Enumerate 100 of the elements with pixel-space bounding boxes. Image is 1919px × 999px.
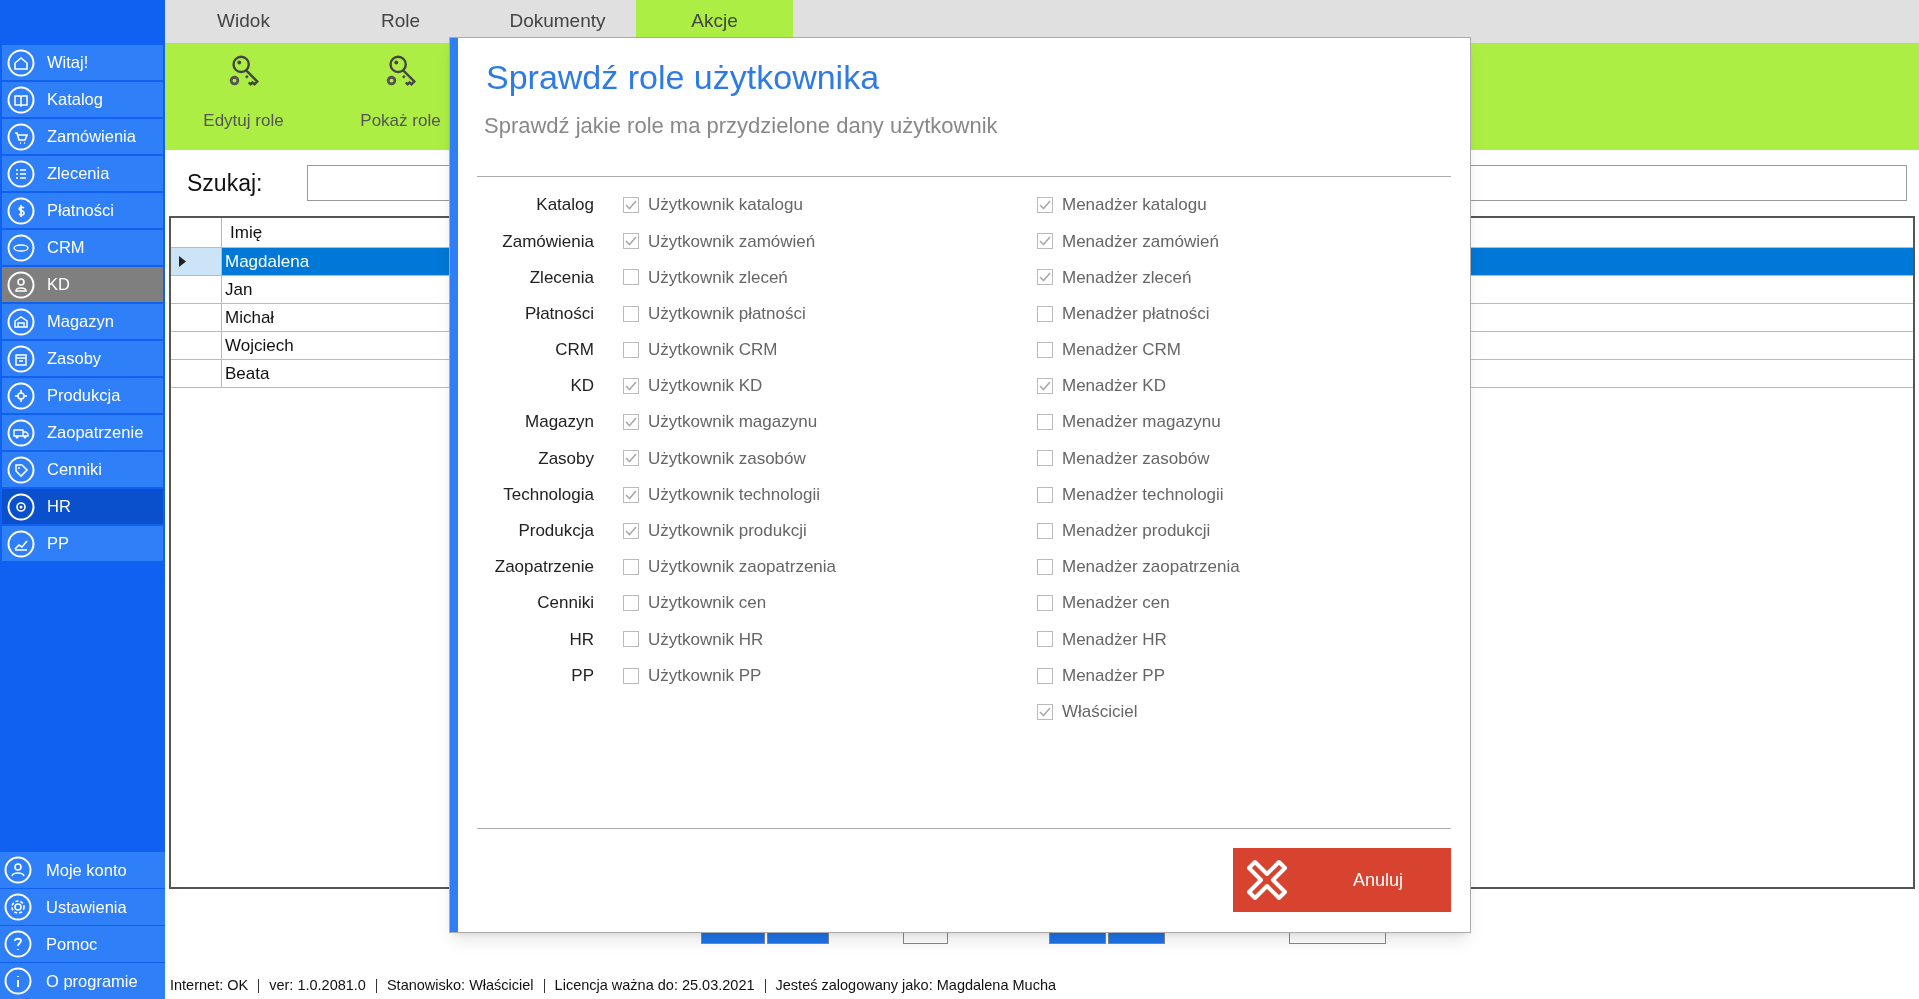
sidebar-item[interactable]: Magazyn	[2, 304, 163, 339]
checkbox-label: Użytkownik magazynu	[648, 411, 818, 434]
checkbox[interactable]	[623, 378, 639, 395]
box-icon	[7, 344, 35, 373]
checkbox[interactable]	[1037, 450, 1053, 467]
checkbox[interactable]	[1037, 522, 1053, 539]
checkbox[interactable]	[623, 305, 639, 322]
sidebar-item[interactable]: HR	[2, 489, 163, 524]
checkbox[interactable]	[1037, 667, 1053, 684]
sidebar-item[interactable]: Moje konto	[0, 852, 165, 888]
dialog-title: Sprawdź role użytkownika	[486, 57, 881, 98]
sidebar-item[interactable]: Pomoc	[0, 926, 165, 962]
checkbox-label: Menadżer zleceń	[1062, 266, 1192, 289]
checkbox[interactable]	[623, 197, 639, 214]
checkbox[interactable]	[623, 522, 639, 539]
checkbox[interactable]	[1037, 378, 1053, 395]
status-text: Internet: OK	[170, 976, 249, 996]
sidebar-item[interactable]: Katalog	[2, 82, 163, 117]
checkbox-label: Właściciel	[1062, 700, 1138, 723]
checkbox[interactable]	[1037, 269, 1053, 286]
sidebar-item[interactable]: Cenniki	[2, 452, 163, 487]
ribbon-button[interactable]: Pokaż role	[322, 43, 479, 150]
checkbox-label: Menadżer zasobów	[1062, 447, 1210, 470]
checkbox-label: Menadżer zamówień	[1062, 230, 1219, 253]
sidebar-item[interactable]: Płatności	[2, 193, 163, 228]
info-icon	[4, 967, 32, 995]
checkbox-label: Użytkownik zaopatrzenia	[648, 556, 837, 579]
user-icon	[4, 856, 32, 884]
status-text: Jesteś zalogowany jako: Magdalena Mucha	[775, 976, 1057, 996]
sidebar-item[interactable]: Zamówienia	[2, 119, 163, 154]
sidebar-item[interactable]: Ustawienia	[0, 889, 165, 925]
checkbox-label: Użytkownik zleceń	[648, 266, 788, 289]
sidebar-item[interactable]: Zaopatrzenie	[2, 415, 163, 450]
status-text: Licencja ważna do: 25.03.2021	[554, 976, 755, 996]
warehouse-icon	[7, 307, 35, 336]
checkbox[interactable]	[1037, 233, 1053, 250]
checkbox-label: Użytkownik zasobów	[648, 447, 806, 470]
current-row-icon	[179, 256, 186, 267]
module-label: Zaopatrzenie	[493, 556, 594, 579]
checkbox[interactable]	[1037, 595, 1053, 612]
home-icon	[7, 48, 35, 77]
checkbox-label: Menadżer magazynu	[1062, 411, 1221, 434]
module-label: Produkcja	[517, 520, 594, 543]
sidebar-item[interactable]: Witaj!	[2, 45, 163, 80]
checkbox[interactable]	[623, 414, 639, 431]
checkbox[interactable]	[1037, 414, 1053, 431]
cancel-button[interactable]: Anuluj	[1233, 848, 1451, 912]
checkbox-label: Menadżer katalogu	[1062, 194, 1207, 217]
checkbox[interactable]	[1037, 631, 1053, 648]
module-label: Magazyn	[524, 411, 594, 434]
checkbox[interactable]	[623, 631, 639, 648]
status-text: Stanowisko: Właściciel	[386, 976, 534, 996]
tag-icon	[7, 455, 35, 484]
module-label: KD	[569, 375, 594, 398]
book-icon	[7, 85, 35, 114]
checkbox[interactable]	[623, 595, 639, 612]
module-label: Zasoby	[537, 447, 594, 470]
checkbox-label: Menadżer CRM	[1062, 339, 1182, 362]
checkbox-label: Użytkownik technologii	[648, 483, 820, 506]
sidebar-item[interactable]: KD	[2, 267, 163, 302]
person-icon	[7, 270, 35, 299]
sidebar-item[interactable]: PP	[2, 526, 163, 561]
checkbox[interactable]	[623, 558, 639, 575]
module-label: HR	[568, 628, 594, 651]
checkbox-label: Menadżer HR	[1062, 628, 1167, 651]
target-icon	[7, 492, 35, 521]
sidebar-item[interactable]: Zlecenia	[2, 156, 163, 191]
checkbox[interactable]	[623, 341, 639, 358]
checkbox-label: Użytkownik PP	[648, 664, 762, 687]
checkbox[interactable]	[1037, 486, 1053, 503]
checkbox[interactable]	[623, 486, 639, 503]
checkbox-label: Menadżer technologii	[1062, 483, 1224, 506]
checkbox[interactable]	[623, 269, 639, 286]
sidebar-item[interactable]: CRM	[2, 230, 163, 265]
module-label: Zamówienia	[501, 230, 594, 253]
checkbox[interactable]	[623, 233, 639, 250]
truck-icon	[7, 418, 35, 447]
sidebar-item[interactable]: O programie	[0, 963, 165, 999]
checkbox[interactable]	[623, 667, 639, 684]
checkbox-label: Użytkownik katalogu	[648, 194, 803, 217]
checkbox[interactable]	[1037, 703, 1053, 720]
checkbox[interactable]	[1037, 197, 1053, 214]
dollar-icon	[7, 196, 35, 225]
chart-icon	[7, 529, 35, 558]
checkbox-label: Użytkownik KD	[648, 375, 763, 398]
checkbox[interactable]	[1037, 305, 1053, 322]
sidebar-item[interactable]: Zasoby	[2, 341, 163, 376]
checkbox[interactable]	[623, 450, 639, 467]
checkbox-label: Menadżer PP	[1062, 664, 1165, 687]
module-label: CRM	[554, 339, 594, 362]
checkbox-label: Menadżer KD	[1062, 375, 1166, 398]
ribbon-button[interactable]: Edytuj role	[165, 43, 322, 150]
checkbox[interactable]	[1037, 341, 1053, 358]
sidebar-item[interactable]: Produkcja	[2, 378, 163, 413]
cart-icon	[7, 122, 35, 151]
help-icon	[4, 930, 32, 958]
checkbox[interactable]	[1037, 558, 1053, 575]
module-label: Zlecenia	[528, 266, 594, 289]
checkbox-label: Użytkownik CRM	[648, 339, 778, 362]
checkbox-label: Użytkownik HR	[648, 628, 764, 651]
